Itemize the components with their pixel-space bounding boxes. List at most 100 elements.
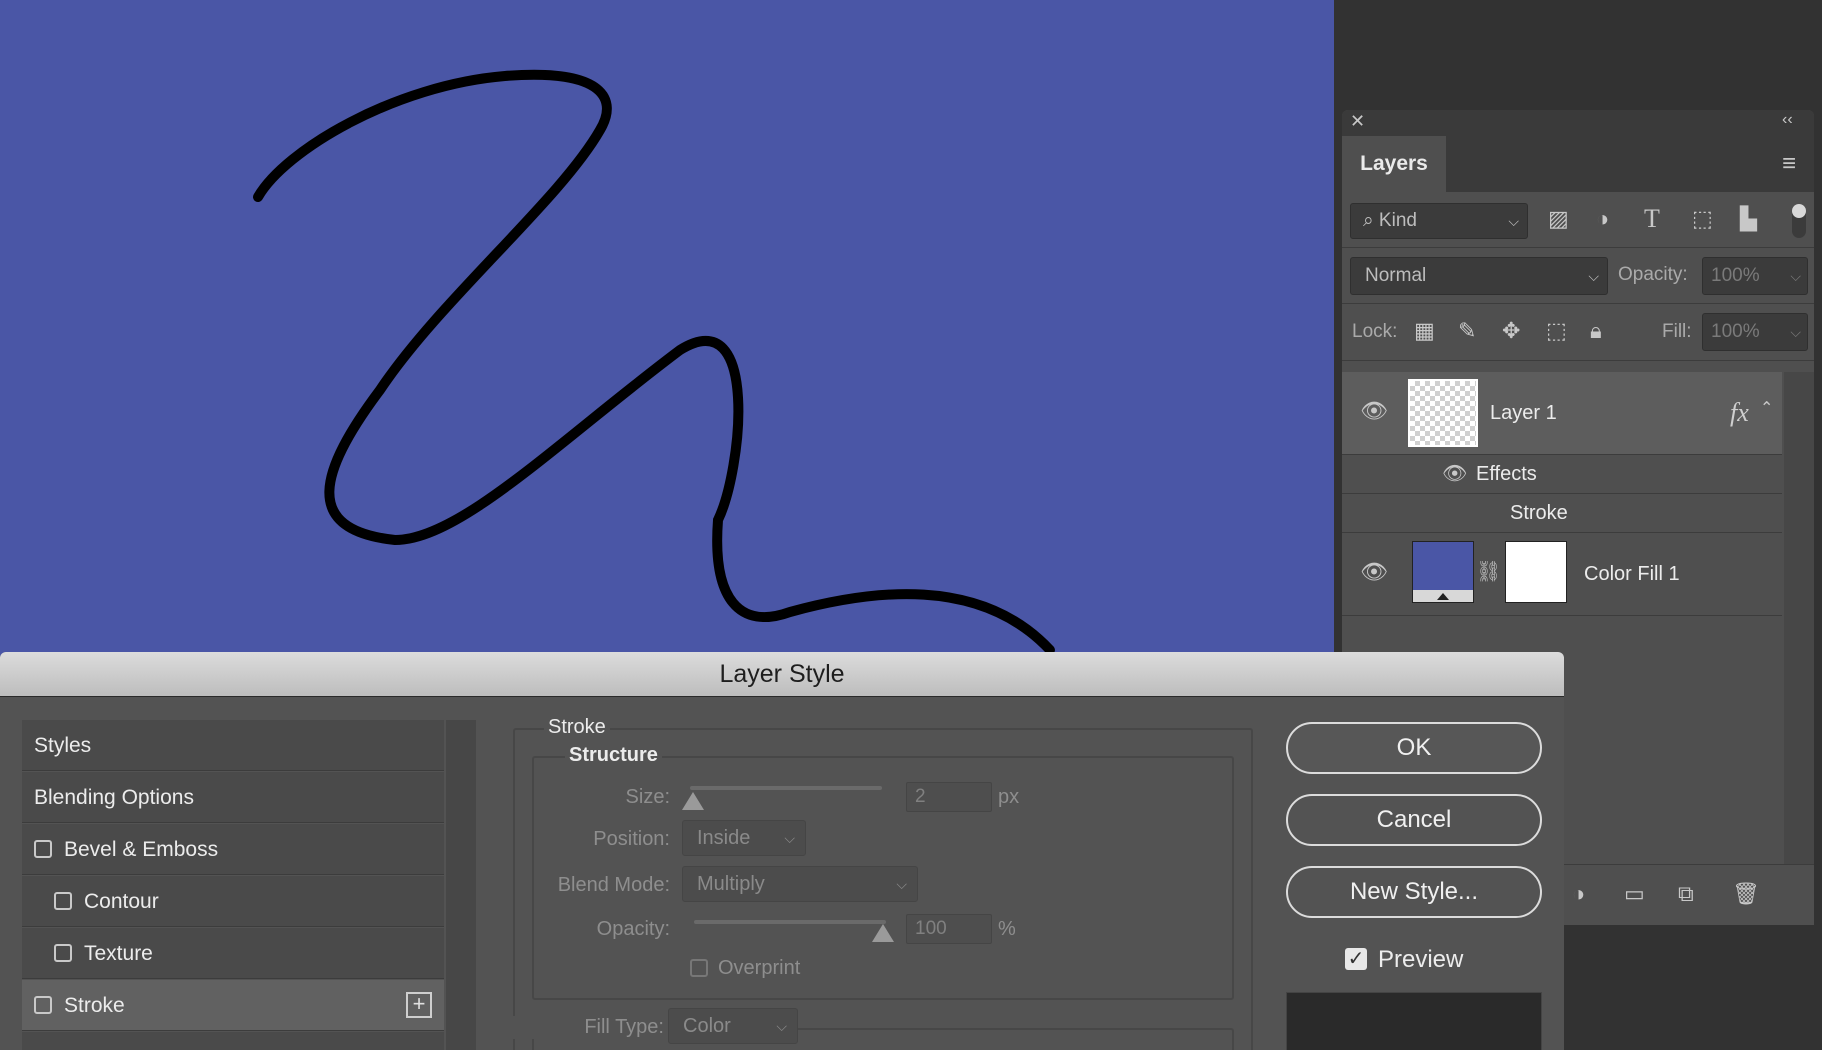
preview-checkbox[interactable]: ✓	[1345, 948, 1367, 970]
panel-menu-icon[interactable]: ≡	[1782, 150, 1796, 178]
cancel-button[interactable]: Cancel	[1286, 794, 1542, 846]
lock-all-icon[interactable]: 🔒︎	[1590, 318, 1602, 344]
opacity-field[interactable]: 100% ⌵	[1702, 257, 1808, 295]
layers-scrollbar[interactable]	[1784, 372, 1814, 872]
shape-filter-icon[interactable]: ⬚	[1692, 206, 1713, 232]
stroke-group-title: Stroke	[544, 716, 610, 739]
structure-group-title: Structure	[565, 744, 662, 767]
add-stroke-plus-icon[interactable]: +	[406, 992, 432, 1018]
list-item-contour[interactable]: Contour	[22, 876, 444, 927]
blend-mode-select[interactable]: Multiply ⌵	[682, 866, 918, 902]
chevron-down-icon: ⌵	[1790, 268, 1801, 284]
lock-position-icon[interactable]: ✥	[1502, 318, 1520, 344]
fill-type-label: Fill Type:	[500, 1016, 668, 1039]
list-item-styles[interactable]: Styles	[22, 720, 444, 771]
list-item-blending-options[interactable]: Blending Options	[22, 772, 444, 823]
opacity-value: 100%	[1711, 265, 1760, 286]
blend-row: Normal ⌵ Opacity: 100% ⌵	[1342, 248, 1814, 304]
position-label: Position:	[593, 828, 670, 850]
collapse-icon[interactable]: ‹‹	[1782, 111, 1793, 129]
filter-kind-label: Kind	[1378, 210, 1417, 231]
filter-toggle[interactable]	[1792, 204, 1806, 238]
lock-transparency-icon[interactable]: ▦	[1414, 318, 1435, 344]
list-item-stroke[interactable]: Stroke +	[22, 980, 444, 1031]
color-fill-thumbnail	[1412, 541, 1474, 603]
ok-button[interactable]: OK	[1286, 722, 1542, 774]
chevron-up-icon[interactable]: ⌃	[1760, 398, 1773, 418]
lock-artboard-icon[interactable]: ⬚	[1546, 318, 1567, 344]
lock-row: Lock: ▦ ✎ ✥ ⬚ 🔒︎ Fill: 100% ⌵	[1342, 304, 1814, 361]
opacity-slider-track[interactable]	[694, 920, 886, 924]
trash-icon[interactable]: 🗑︎	[1732, 881, 1760, 907]
chevron-down-icon: ⌵	[1508, 213, 1519, 229]
search-icon: ⌕	[1363, 210, 1374, 231]
chevron-down-icon: ⌵	[784, 830, 795, 846]
image-filter-icon[interactable]: ▨	[1548, 206, 1569, 232]
list-item-label: Texture	[84, 942, 153, 965]
bevel-emboss-checkbox[interactable]	[34, 840, 52, 858]
contour-checkbox[interactable]	[54, 892, 72, 910]
smart-object-filter-icon[interactable]: ▙	[1740, 206, 1757, 232]
filter-kind-select[interactable]: ⌕ Kind ⌵	[1350, 203, 1528, 239]
size-slider-thumb[interactable]	[682, 792, 704, 810]
adjustment-layer-icon[interactable]: ◑	[1572, 881, 1585, 907]
fill-field[interactable]: 100% ⌵	[1702, 313, 1808, 351]
new-style-button[interactable]: New Style...	[1286, 866, 1542, 918]
chevron-down-icon: ⌵	[776, 1018, 787, 1034]
list-item-partial[interactable]	[22, 1032, 444, 1050]
layer-mask-thumbnail[interactable]	[1505, 541, 1567, 603]
position-select[interactable]: Inside ⌵	[682, 820, 806, 856]
close-icon[interactable]: ✕	[1350, 111, 1365, 132]
layer-row-color-fill-1[interactable]: 👁︎ ⛓︎ Color Fill 1	[1342, 533, 1782, 616]
preview-label: Preview	[1378, 946, 1464, 973]
list-item-label: Contour	[84, 890, 159, 913]
list-item-label: Stroke	[64, 994, 125, 1017]
overprint-checkbox[interactable]	[690, 959, 708, 977]
opacity-input[interactable]: 100	[906, 914, 992, 944]
visibility-eye-icon[interactable]: 👁︎	[1442, 461, 1467, 486]
size-input[interactable]: 2	[906, 782, 992, 812]
chevron-down-icon: ⌵	[1790, 324, 1801, 340]
type-filter-icon[interactable]: T	[1644, 204, 1660, 234]
list-item-label: Blending Options	[34, 786, 194, 809]
fx-badge[interactable]: fx	[1730, 398, 1749, 428]
styles-list: Styles Blending Options Bevel & Emboss C…	[22, 720, 444, 1050]
tab-layers[interactable]: Layers	[1342, 136, 1446, 192]
preview-swatch	[1286, 992, 1542, 1050]
opacity-label: Opacity:	[596, 918, 670, 940]
blend-mode-value: Multiply	[697, 873, 765, 895]
size-slider-track[interactable]	[690, 786, 882, 790]
panel-titlebar: ✕ ‹‹	[1342, 110, 1814, 136]
effect-stroke-label: Stroke	[1510, 502, 1568, 524]
visibility-eye-icon[interactable]: 👁︎	[1360, 559, 1388, 585]
new-group-folder-icon[interactable]: ▭	[1624, 881, 1645, 907]
adjustment-filter-icon[interactable]: ◑	[1596, 206, 1609, 232]
chevron-down-icon: ⌵	[1588, 268, 1599, 284]
panel-tabbar: ≡	[1446, 136, 1814, 192]
list-item-bevel-emboss[interactable]: Bevel & Emboss	[22, 824, 444, 875]
layer-thumbnail	[1408, 379, 1478, 447]
list-item-texture[interactable]: Texture	[22, 928, 444, 979]
link-icon[interactable]: ⛓︎	[1476, 559, 1501, 584]
blend-mode-select[interactable]: Normal ⌵	[1350, 257, 1608, 295]
styles-list-scrollbar[interactable]	[446, 720, 476, 1050]
texture-checkbox[interactable]	[54, 944, 72, 962]
lock-brush-icon[interactable]: ✎	[1458, 318, 1476, 344]
layer-row-layer-1[interactable]: 👁︎ Layer 1 fx ⌃	[1342, 372, 1782, 455]
layer-name: Color Fill 1	[1584, 563, 1680, 585]
blend-mode-label: Blend Mode:	[557, 874, 670, 896]
new-layer-icon[interactable]: ⧉	[1678, 881, 1694, 907]
list-item-label: Bevel & Emboss	[64, 838, 219, 861]
stroke-checkbox[interactable]	[34, 996, 52, 1014]
effect-stroke-row[interactable]: Stroke	[1342, 494, 1782, 533]
fill-type-select[interactable]: Color ⌵	[668, 1008, 798, 1044]
position-value: Inside	[697, 827, 751, 849]
chevron-down-icon: ⌵	[896, 876, 907, 892]
blend-mode-value: Normal	[1365, 265, 1427, 286]
overprint-label: Overprint	[718, 957, 801, 979]
list-item-label: Styles	[34, 734, 92, 757]
effects-row[interactable]: 👁︎ Effects	[1342, 455, 1782, 494]
size-label: Size:	[625, 786, 670, 808]
opacity-slider-thumb[interactable]	[872, 924, 894, 942]
visibility-eye-icon[interactable]: 👁︎	[1360, 398, 1388, 424]
